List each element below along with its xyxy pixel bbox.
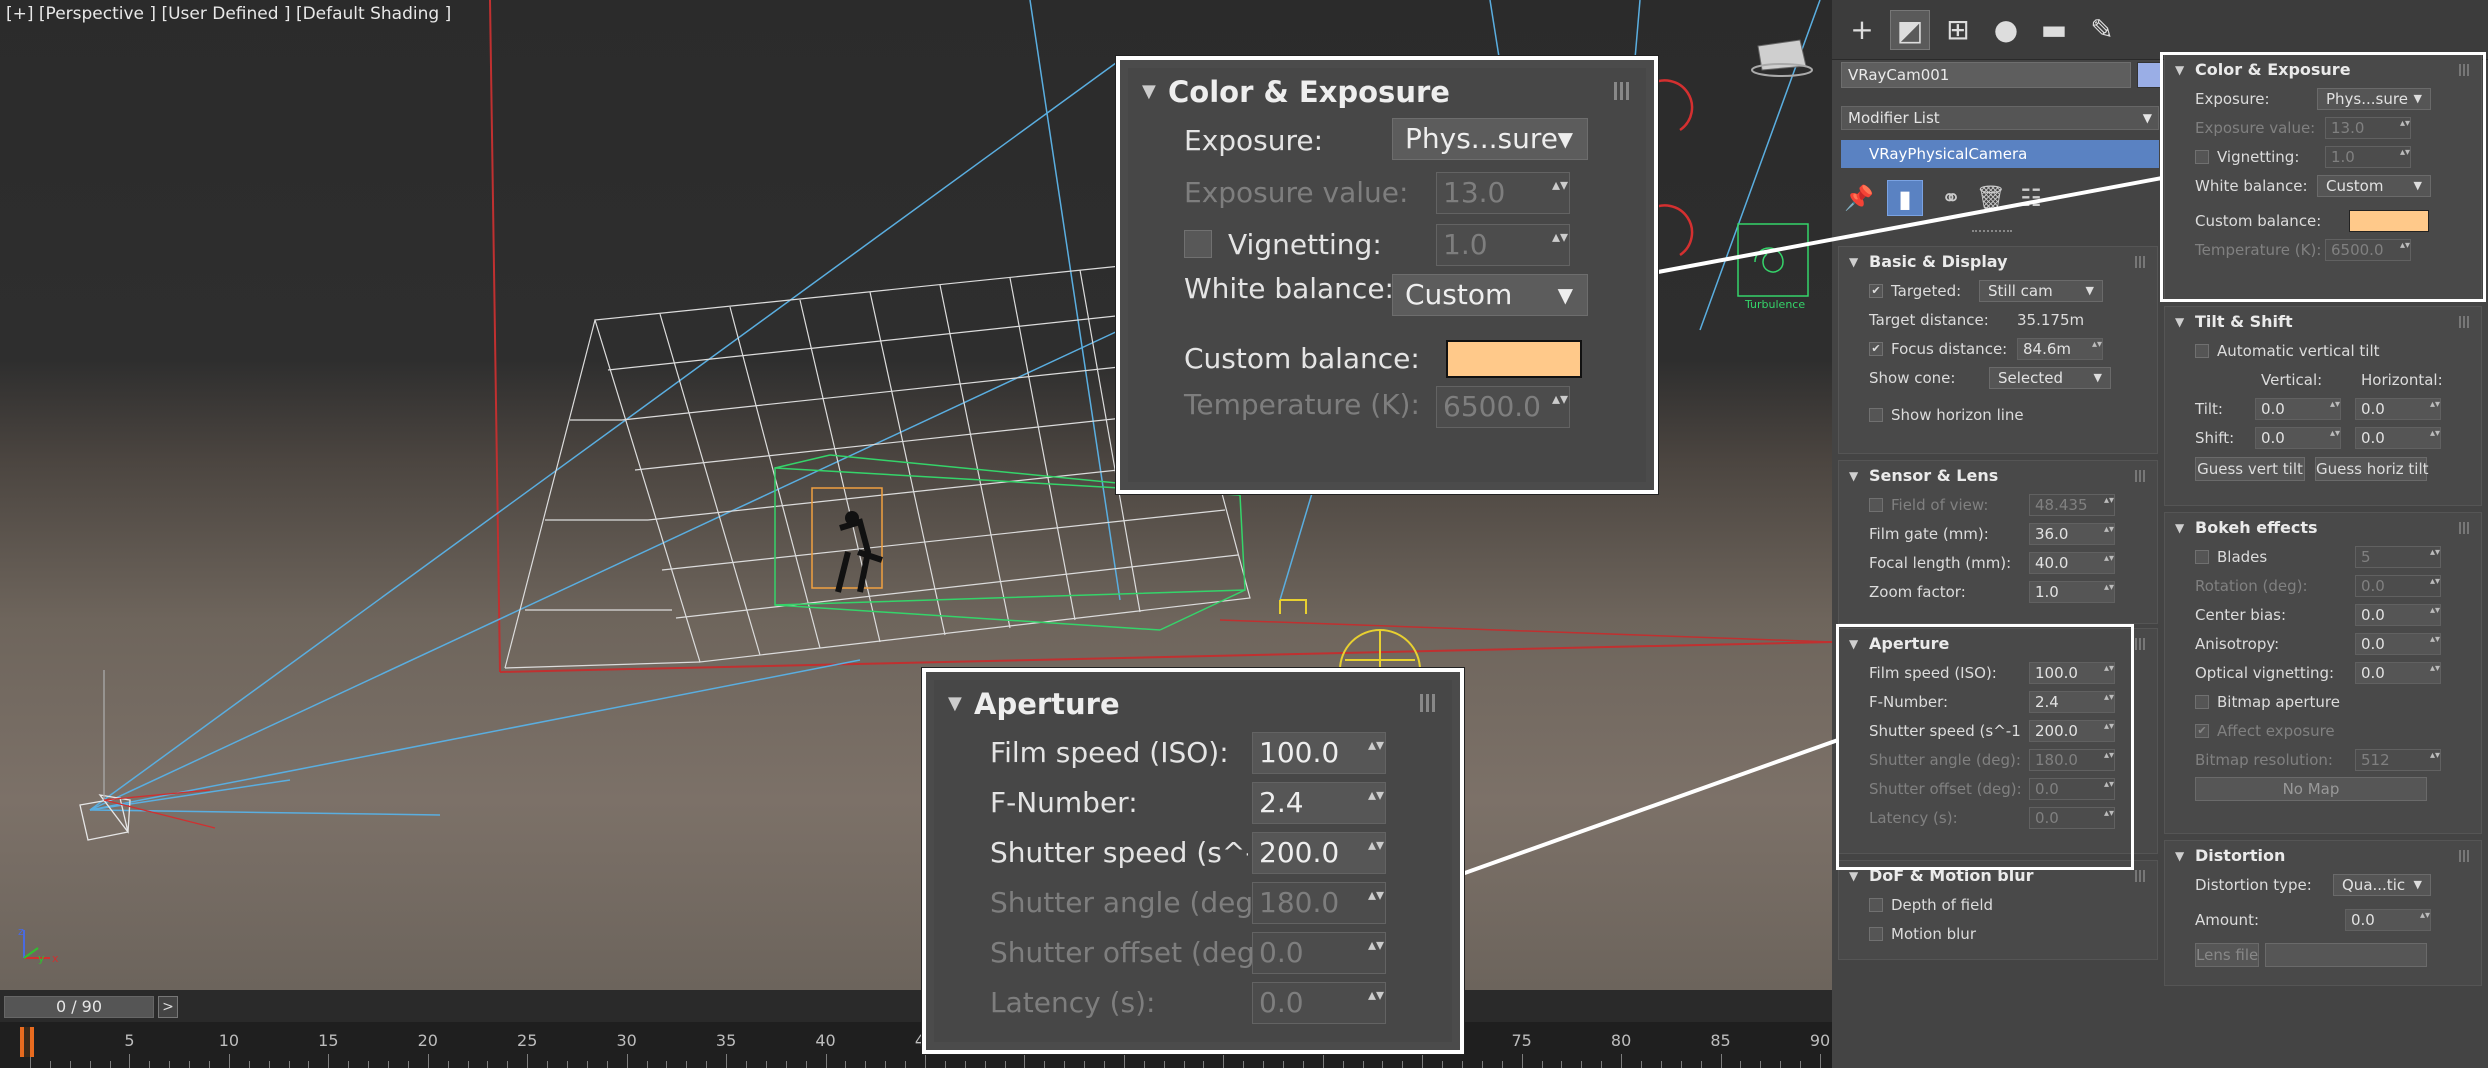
callout-row-exposure-value: Exposure value: 13.0	[1128, 168, 1646, 220]
callout-fnumber-label: F-Number:	[990, 786, 1138, 819]
callout-row-temperature: Temperature (K): 6500.0	[1128, 386, 1646, 438]
callout-row-iso: Film speed (ISO): 100.0	[934, 728, 1452, 778]
callout-exposure-value-label: Exposure value:	[1184, 176, 1409, 209]
app-root: Turbulence z x y [+] [Perspective ] [Use…	[0, 0, 2488, 1068]
grip-icon	[1420, 694, 1438, 712]
callout-vignetting-checkbox	[1184, 230, 1212, 258]
callout-row-fnumber: F-Number: 2.4	[934, 778, 1452, 828]
callout-exposure-label: Exposure:	[1184, 124, 1324, 157]
callout-latency-spinner: 0.0	[1252, 982, 1386, 1024]
callout-iso-spinner: 100.0	[1252, 732, 1386, 774]
callout-shutter-angle-spinner: 180.0	[1252, 882, 1386, 924]
callout-row-custom-balance: Custom balance:	[1128, 334, 1646, 386]
callout-exposure-value-spinner: 13.0	[1436, 172, 1570, 214]
callout-shutter-angle-label: Shutter angle (deg):	[990, 886, 1274, 919]
callout-aperture-title: Aperture	[974, 687, 1120, 721]
callout-color-exposure: ▼ Color & Exposure Exposure: Phys...sure E…	[1116, 56, 1658, 494]
grip-icon	[1614, 82, 1632, 100]
callout-row-white-balance: White balance: Custom	[1128, 272, 1646, 324]
callout-custom-balance-label: Custom balance:	[1184, 342, 1420, 375]
callout-shutter-offset-spinner: 0.0	[1252, 932, 1386, 974]
connector-color	[1657, 176, 2163, 274]
callout-exposure-dropdown: Phys...sure	[1392, 118, 1588, 160]
callout-latency-label: Latency (s):	[990, 986, 1156, 1019]
callout-color-inner: ▼ Color & Exposure Exposure: Phys...sure E…	[1128, 68, 1646, 482]
callout-shutter-speed-spinner: 200.0	[1252, 832, 1386, 874]
callout-aperture-header: ▼ Aperture	[934, 680, 1452, 728]
collapse-triangle-icon: ▼	[1142, 81, 1156, 102]
callout-iso-label: Film speed (ISO):	[990, 736, 1229, 769]
callout-shutter-speed-label: Shutter speed (s^-1)	[990, 836, 1248, 869]
callout-color-header: ▼ Color & Exposure	[1128, 68, 1646, 116]
callout-white-balance-label: White balance:	[1184, 272, 1394, 305]
callout-vignetting-label: Vignetting:	[1228, 228, 1382, 261]
callout-aperture-inner: ▼ Aperture Film speed (ISO): 100.0 F-Numbe…	[934, 680, 1452, 1042]
callout-custom-balance-swatch	[1446, 340, 1582, 378]
callout-shutter-offset-label: Shutter offset (deg):	[990, 936, 1276, 969]
callout-temperature-spinner: 6500.0	[1436, 386, 1570, 428]
callout-aperture: ▼ Aperture Film speed (ISO): 100.0 F-Numbe…	[922, 668, 1464, 1054]
callout-fnumber-spinner: 2.4	[1252, 782, 1386, 824]
callout-row-shutter-angle: Shutter angle (deg): 180.0	[934, 878, 1452, 928]
connector-aperture	[1461, 738, 1839, 876]
collapse-triangle-icon: ▼	[948, 693, 962, 714]
callout-row-shutter-offset: Shutter offset (deg): 0.0	[934, 928, 1452, 978]
callout-row-shutter-speed: Shutter speed (s^-1)200.0	[934, 828, 1452, 878]
callout-temperature-label: Temperature (K):	[1184, 388, 1420, 421]
callout-vignetting-spinner: 1.0	[1436, 224, 1570, 266]
callout-row-latency: Latency (s): 0.0	[934, 978, 1452, 1028]
callout-color-title: Color & Exposure	[1168, 75, 1450, 109]
callout-row-vignetting: Vignetting: 1.0	[1128, 220, 1646, 272]
callout-white-balance-dropdown: Custom	[1392, 274, 1588, 316]
callout-row-exposure: Exposure: Phys...sure	[1128, 116, 1646, 168]
